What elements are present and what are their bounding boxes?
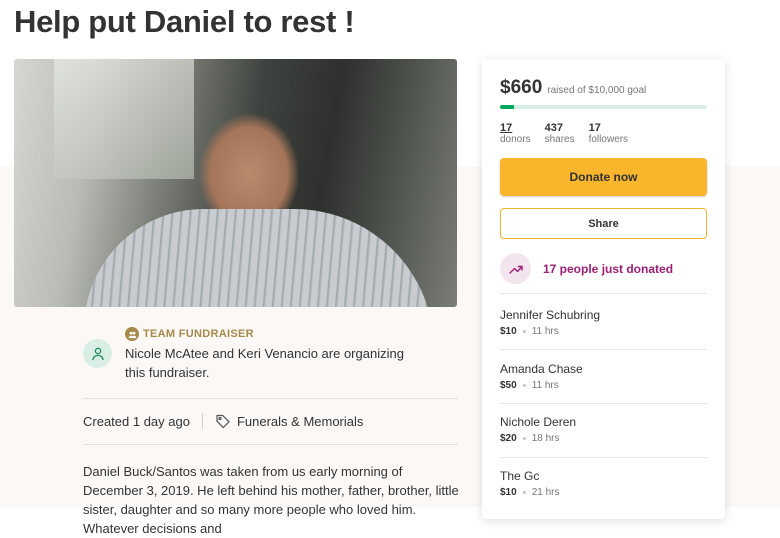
team-fundraiser-label: TEAM FUNDRAISER — [125, 327, 254, 341]
category-link[interactable]: Funerals & Memorials — [215, 413, 363, 429]
donor-amount: $10 — [500, 326, 517, 337]
category-label[interactable]: Funerals & Memorials — [237, 414, 363, 429]
donor-item: Nichole Deren $20 18 hrs — [500, 415, 707, 444]
campaign-stats: 17 donors 437 shares 17 followers — [500, 122, 628, 145]
donor-item: The Gc $10 21 hrs — [500, 469, 707, 498]
divider — [500, 403, 707, 404]
divider — [83, 444, 458, 445]
donor-item: Jennifer Schubring $10 11 hrs — [500, 308, 707, 337]
recent-donations-text: 17 people just donated — [543, 261, 674, 276]
share-button[interactable]: Share — [500, 208, 707, 239]
donor-time: 11 hrs — [531, 380, 559, 391]
donate-now-button[interactable]: Donate now — [500, 158, 707, 196]
stat-label: followers — [588, 134, 629, 145]
donor-time: 18 hrs — [531, 433, 560, 444]
divider — [500, 349, 707, 350]
page-title: Help put Daniel to rest ! — [14, 4, 355, 39]
divider — [500, 293, 707, 294]
photo-shirt-area — [84, 209, 434, 307]
bullet-separator — [522, 491, 526, 494]
donor-name: Amanda Chase — [500, 362, 583, 376]
donation-card: $660 raised of $10,000 goal 17 donors 43… — [482, 59, 725, 519]
donor-name: Nichole Deren — [500, 415, 577, 429]
stat-donors[interactable]: 17 donors — [500, 122, 531, 145]
trending-up-icon — [500, 253, 531, 284]
team-fundraiser-icon — [125, 327, 139, 341]
donor-amount: $20 — [500, 433, 517, 444]
organizers-text: Nicole McAtee and Keri Venancio are orga… — [125, 346, 404, 380]
stat-value: 437 — [544, 122, 563, 134]
stat-value[interactable]: 17 — [500, 122, 531, 134]
photo-window-area — [54, 59, 194, 179]
raised-summary: $660 raised of $10,000 goal — [500, 77, 646, 99]
donor-amount: $10 — [500, 487, 517, 498]
progress-fill — [500, 105, 514, 109]
stat-value: 17 — [588, 122, 601, 134]
bullet-separator — [522, 330, 526, 333]
organizer-avatar-icon — [83, 339, 112, 368]
tag-icon — [216, 414, 230, 429]
stat-label: donors — [500, 134, 531, 145]
campaign-meta: Created 1 day ago Funerals & Memorials — [83, 413, 363, 429]
recent-donations-banner: 17 people just donated — [500, 253, 673, 284]
stat-label: shares — [544, 134, 575, 145]
campaign-photo[interactable] — [14, 59, 457, 307]
team-fundraiser-text: TEAM FUNDRAISER — [143, 328, 254, 340]
bullet-separator — [522, 437, 526, 440]
donor-name: Jennifer Schubring — [500, 308, 601, 322]
meta-separator — [201, 413, 203, 429]
donor-time: 21 hrs — [531, 487, 560, 498]
donor-time: 11 hrs — [531, 326, 559, 337]
stat-shares: 437 shares — [545, 122, 575, 145]
donor-name: The Gc — [500, 469, 540, 483]
donor-item: Amanda Chase $50 11 hrs — [500, 362, 707, 391]
progress-bar — [500, 105, 707, 109]
bullet-separator — [522, 384, 526, 387]
stat-followers: 17 followers — [589, 122, 628, 145]
raised-amount: $660 — [500, 77, 543, 98]
created-date: Created 1 day ago — [83, 413, 190, 429]
donor-amount: $50 — [500, 380, 517, 391]
divider — [83, 398, 458, 399]
goal-text: raised of $10,000 goal — [547, 85, 647, 96]
campaign-story: Daniel Buck/Santos was taken from us ear… — [83, 464, 459, 536]
divider — [500, 457, 707, 458]
